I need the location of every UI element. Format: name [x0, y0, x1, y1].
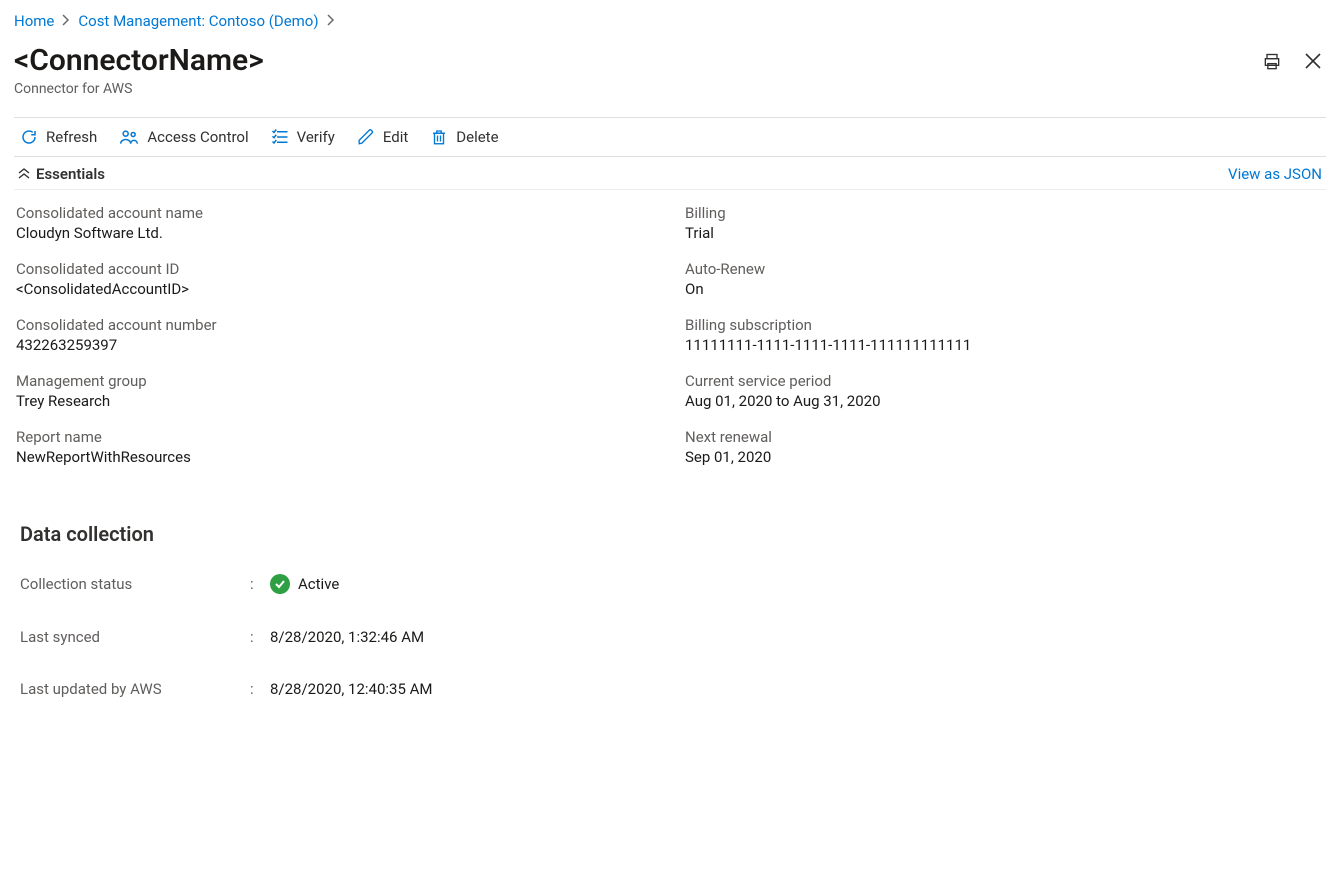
last-updated-value: 8/28/2020, 12:40:35 AM	[270, 680, 433, 698]
view-as-json-link[interactable]: View as JSON	[1228, 165, 1322, 183]
kv-label: Report name	[16, 428, 655, 446]
access-control-button[interactable]: Access Control	[119, 128, 248, 146]
trash-icon	[430, 128, 448, 146]
status-success-icon	[270, 574, 290, 594]
collection-status-value: Active	[298, 575, 339, 593]
essentials-toggle[interactable]: Essentials	[18, 165, 105, 183]
refresh-icon	[20, 128, 38, 146]
auto-renew-link[interactable]: On	[685, 280, 1324, 298]
kv-label: Consolidated account ID	[16, 260, 655, 278]
delete-button[interactable]: Delete	[430, 128, 498, 146]
collection-status-label: Collection status	[20, 575, 250, 593]
collection-status-row: Collection status : Active	[20, 574, 1326, 594]
kv-label: Management group	[16, 372, 655, 390]
verify-label: Verify	[297, 128, 335, 146]
essentials-label: Essentials	[36, 165, 105, 183]
kv-value: Aug 01, 2020 to Aug 31, 2020	[685, 392, 1324, 410]
delete-label: Delete	[456, 128, 498, 146]
chevron-right-icon	[327, 14, 335, 29]
edit-label: Edit	[383, 128, 408, 146]
verify-button[interactable]: Verify	[271, 128, 335, 146]
kv-label: Current service period	[685, 372, 1324, 390]
last-updated-row: Last updated by AWS : 8/28/2020, 12:40:3…	[20, 680, 1326, 698]
close-icon[interactable]	[1304, 52, 1322, 72]
kv-value: Sep 01, 2020	[685, 448, 1324, 466]
command-bar: Refresh Access Control Verify Edit	[14, 117, 1326, 157]
refresh-label: Refresh	[46, 128, 97, 146]
chevron-right-icon	[62, 14, 70, 29]
essentials-grid: Consolidated account name Cloudyn Softwa…	[14, 190, 1326, 466]
breadcrumb-home[interactable]: Home	[14, 12, 54, 30]
access-control-label: Access Control	[147, 128, 248, 146]
kv-label: Consolidated account number	[16, 316, 655, 334]
kv-label: Billing	[685, 204, 1324, 222]
breadcrumb-costmgmt[interactable]: Cost Management: Contoso (Demo)	[78, 12, 318, 30]
kv-label: Consolidated account name	[16, 204, 655, 222]
pencil-icon	[357, 128, 375, 146]
kv-label: Next renewal	[685, 428, 1324, 446]
print-icon[interactable]	[1262, 52, 1282, 72]
last-synced-value: 8/28/2020, 1:32:46 AM	[270, 628, 424, 646]
people-icon	[119, 128, 139, 146]
essentials-right-col: Billing Trial Auto-Renew On Billing subs…	[685, 204, 1324, 466]
kv-value: Trey Research	[16, 392, 655, 410]
consolidated-account-name-link[interactable]: Cloudyn Software Ltd.	[16, 224, 655, 242]
kv-value: 432263259397	[16, 336, 655, 354]
page-subtitle: Connector for AWS	[14, 81, 264, 97]
kv-value: Trial	[685, 224, 1324, 242]
last-updated-label: Last updated by AWS	[20, 680, 250, 698]
last-synced-label: Last synced	[20, 628, 250, 646]
kv-label: Billing subscription	[685, 316, 1324, 334]
kv-value: NewReportWithResources	[16, 448, 655, 466]
checklist-icon	[271, 128, 289, 146]
data-collection-title: Data collection	[20, 522, 1326, 546]
kv-value: <ConsolidatedAccountID>	[16, 280, 655, 298]
edit-button[interactable]: Edit	[357, 128, 408, 146]
kv-value: 11111111-1111-1111-1111-111111111111	[685, 336, 1324, 354]
essentials-left-col: Consolidated account name Cloudyn Softwa…	[16, 204, 655, 466]
refresh-button[interactable]: Refresh	[20, 128, 97, 146]
page-title: <ConnectorName>	[14, 44, 264, 79]
breadcrumb: Home Cost Management: Contoso (Demo)	[14, 12, 1326, 30]
kv-label: Auto-Renew	[685, 260, 1324, 278]
last-synced-row: Last synced : 8/28/2020, 1:32:46 AM	[20, 628, 1326, 646]
chevron-collapse-icon	[18, 168, 30, 180]
